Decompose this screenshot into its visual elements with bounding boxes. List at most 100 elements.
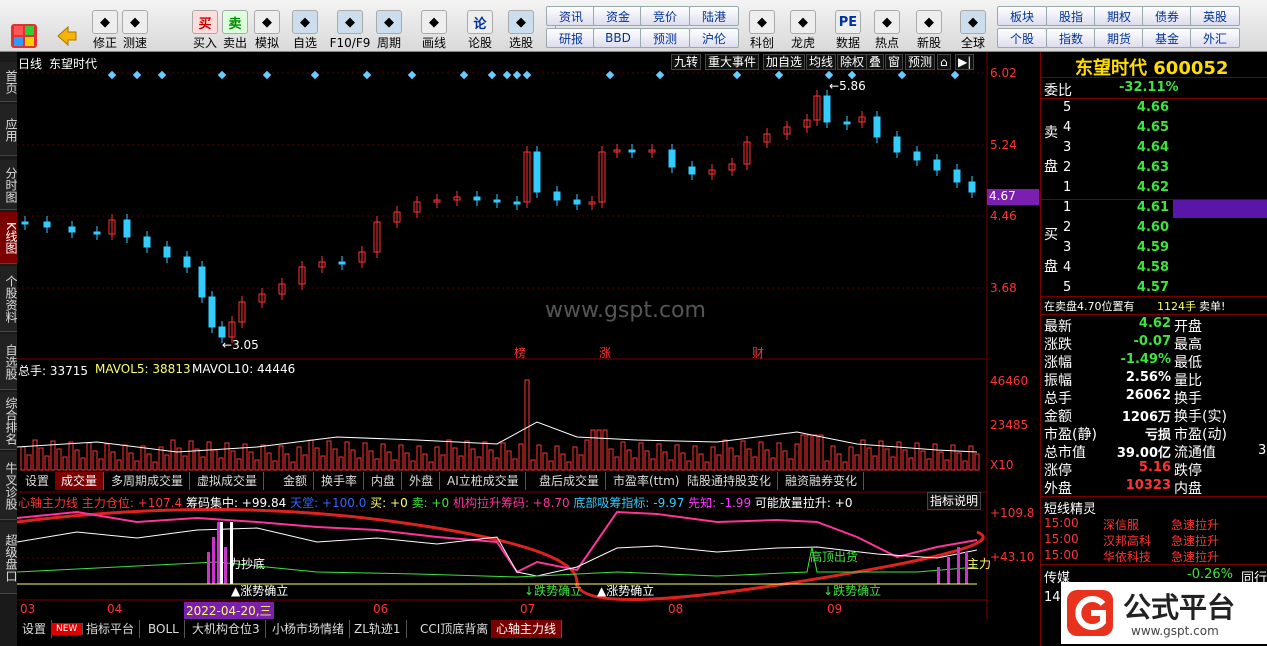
- quick-link-button[interactable]: 研报: [546, 28, 596, 48]
- chart-tool-button[interactable]: 窗: [885, 54, 904, 70]
- toolbar-button-2[interactable]: 买买入: [188, 4, 222, 50]
- quick-link-button[interactable]: 陆港: [689, 6, 739, 26]
- event-diamond[interactable]: [512, 70, 522, 80]
- event-diamond[interactable]: [897, 70, 907, 80]
- bottom-tab[interactable]: 设置: [17, 620, 53, 638]
- volume-tab[interactable]: 市盈率(ttm): [607, 472, 687, 490]
- left-tab[interactable]: 应用: [0, 104, 18, 156]
- chart-tool-button[interactable]: 加自选: [763, 54, 806, 70]
- bottom-tab[interactable]: BOLL: [143, 620, 185, 638]
- chart-tool-button[interactable]: 预测: [905, 54, 936, 70]
- bottom-tab[interactable]: 小杨市场情绪: [267, 620, 351, 638]
- toolbar-button-9[interactable]: 论论股: [463, 4, 497, 50]
- toolbar-button-7[interactable]: ◆ 周期: [372, 4, 406, 50]
- event-diamond[interactable]: [310, 70, 320, 80]
- volume-tab[interactable]: 金额: [277, 472, 315, 490]
- event-diamond[interactable]: [522, 70, 532, 80]
- volume-tab[interactable]: 成交量: [55, 472, 105, 490]
- volume-tab[interactable]: 盘后成交量: [533, 472, 607, 490]
- event-diamond[interactable]: [824, 70, 834, 80]
- event-diamond[interactable]: [459, 70, 469, 80]
- collapse-panel-icon[interactable]: ▶|: [955, 54, 975, 70]
- event-diamond[interactable]: [487, 70, 497, 80]
- toolbar-button-12[interactable]: ◆ 龙虎: [786, 4, 820, 50]
- quick-link-button[interactable]: 基金: [1142, 28, 1192, 48]
- bottom-tab[interactable]: ZL轨迹1: [349, 620, 407, 638]
- volume-tab[interactable]: 融资融券变化: [779, 472, 865, 490]
- back-button[interactable]: [50, 4, 82, 50]
- toolbar-button-11[interactable]: ◆ 科创: [745, 4, 779, 50]
- volume-tab[interactable]: 虚拟成交量: [191, 472, 265, 490]
- event-diamond[interactable]: [362, 70, 372, 80]
- quick-link-button[interactable]: 外汇: [1190, 28, 1240, 48]
- left-tab[interactable]: 分时图: [0, 160, 18, 210]
- left-tab[interactable]: 综合排名: [0, 392, 18, 450]
- short-row-name[interactable]: 华依科技: [1103, 548, 1151, 565]
- event-diamond[interactable]: [407, 70, 417, 80]
- volume-tab[interactable]: AI立桩成交量: [441, 472, 526, 490]
- event-diamond[interactable]: [605, 70, 615, 80]
- event-diamond[interactable]: [732, 70, 742, 80]
- bottom-tab[interactable]: CCI顶底背离: [415, 620, 495, 638]
- indicator-help-button[interactable]: 指标说明: [927, 492, 982, 510]
- chart-tool-button[interactable]: 除权: [837, 54, 868, 70]
- event-diamond[interactable]: [157, 70, 167, 80]
- event-diamond[interactable]: [217, 70, 227, 80]
- volume-tab[interactable]: 换手率: [315, 472, 365, 490]
- bottom-tab[interactable]: 指标平台: [81, 620, 141, 638]
- short-row-name[interactable]: 汉邦高科: [1103, 532, 1151, 549]
- toolbar-button-10[interactable]: ◆ 选股: [504, 4, 538, 50]
- short-row-name[interactable]: 深信服: [1103, 516, 1139, 533]
- toolbar-button-6[interactable]: ◆ F10/F9: [328, 4, 372, 50]
- quick-link-button[interactable]: 沪伦: [689, 28, 739, 48]
- event-diamond[interactable]: [655, 70, 665, 80]
- event-mark[interactable]: 榜: [514, 344, 526, 361]
- event-diamond[interactable]: [847, 70, 857, 80]
- quick-link-button[interactable]: 期货: [1094, 28, 1144, 48]
- volume-tab[interactable]: 设置: [19, 472, 57, 490]
- left-tab[interactable]: 首页: [0, 62, 18, 102]
- event-diamond[interactable]: [262, 70, 272, 80]
- left-tab[interactable]: 超级盘口: [0, 522, 18, 594]
- event-diamond[interactable]: [774, 70, 784, 80]
- left-tab[interactable]: K线图: [0, 212, 18, 264]
- toolbar-button-14[interactable]: ◆ 热点: [870, 4, 904, 50]
- event-diamond[interactable]: [502, 70, 512, 80]
- event-mark[interactable]: 涨: [599, 344, 611, 361]
- left-tab[interactable]: 牛叉诊股: [0, 452, 18, 520]
- toolbar-button-15[interactable]: ◆ 新股: [912, 4, 946, 50]
- chart-tool-button[interactable]: 均线: [806, 54, 837, 70]
- quick-link-button[interactable]: 英股: [1190, 6, 1240, 26]
- left-tab[interactable]: 个股资料: [0, 266, 18, 332]
- volume-tab[interactable]: 多周期成交量: [105, 472, 191, 490]
- quick-link-button[interactable]: 预测: [640, 28, 690, 48]
- event-mark[interactable]: 财: [752, 344, 764, 361]
- toolbar-button-0[interactable]: ◆ 修正: [88, 4, 122, 50]
- left-tab[interactable]: 自选股: [0, 334, 18, 390]
- chart-tool-button[interactable]: 九转: [671, 54, 702, 70]
- quick-link-button[interactable]: 竞价: [640, 6, 690, 26]
- chart-tool-button[interactable]: 重大事件: [705, 54, 760, 70]
- chart-tool-button[interactable]: 叠: [866, 54, 885, 70]
- home-icon[interactable]: ⌂: [937, 54, 951, 70]
- quick-link-button[interactable]: 资金: [593, 6, 643, 26]
- kline-chart-area[interactable]: 日线 东望时代 九转 重大事件 加自选 均线 除权叠窗预测 ⌂ ▶| 6.02 5.24…: [17, 52, 1040, 622]
- menu-grid-button[interactable]: [4, 4, 44, 50]
- toolbar-button-16[interactable]: ◆ 全球: [956, 4, 990, 50]
- toolbar-button-1[interactable]: ◆ 测速: [118, 4, 152, 50]
- event-diamond[interactable]: [132, 70, 142, 80]
- volume-tab[interactable]: 内盘: [365, 472, 403, 490]
- volume-tab[interactable]: 外盘: [403, 472, 441, 490]
- toolbar-button-4[interactable]: ◆ 模拟: [250, 4, 284, 50]
- bottom-tab[interactable]: 心轴主力线: [491, 620, 563, 638]
- bottom-tab[interactable]: 大机构仓位3: [187, 620, 266, 638]
- quick-link-button[interactable]: 板块: [997, 6, 1047, 26]
- quick-link-button[interactable]: 债券: [1142, 6, 1192, 26]
- quick-link-button[interactable]: 指数: [1046, 28, 1096, 48]
- toolbar-button-8[interactable]: ◆ 画线: [417, 4, 451, 50]
- toolbar-button-13[interactable]: PE 数据: [831, 4, 865, 50]
- toolbar-button-5[interactable]: ◆ 自选: [288, 4, 322, 50]
- volume-tab[interactable]: 陆股通持股变化: [681, 472, 779, 490]
- quick-link-button[interactable]: 期权: [1094, 6, 1144, 26]
- quick-link-button[interactable]: BBD: [593, 28, 643, 48]
